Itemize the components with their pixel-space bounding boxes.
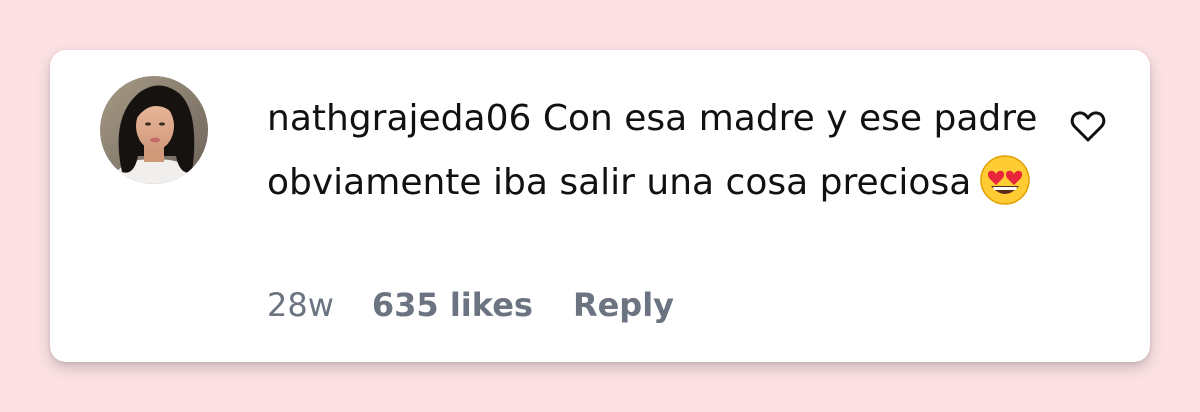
heart-outline-icon[interactable] <box>1068 106 1108 146</box>
comment-username[interactable]: nathgrajeda06 <box>267 98 531 139</box>
reply-button[interactable]: Reply <box>573 286 674 324</box>
comment-meta: 28w 635 likes Reply <box>267 286 674 324</box>
comment-card: nathgrajeda06 Con esa madre y ese padre … <box>50 50 1150 362</box>
comment-timestamp[interactable]: 28w <box>267 286 334 324</box>
heart-eyes-emoji-icon <box>979 154 1031 206</box>
avatar-image <box>100 76 208 184</box>
likes-count[interactable]: 635 likes <box>372 286 533 324</box>
comment-text: nathgrajeda06 Con esa madre y ese padre … <box>267 87 1047 215</box>
avatar[interactable] <box>100 76 208 184</box>
